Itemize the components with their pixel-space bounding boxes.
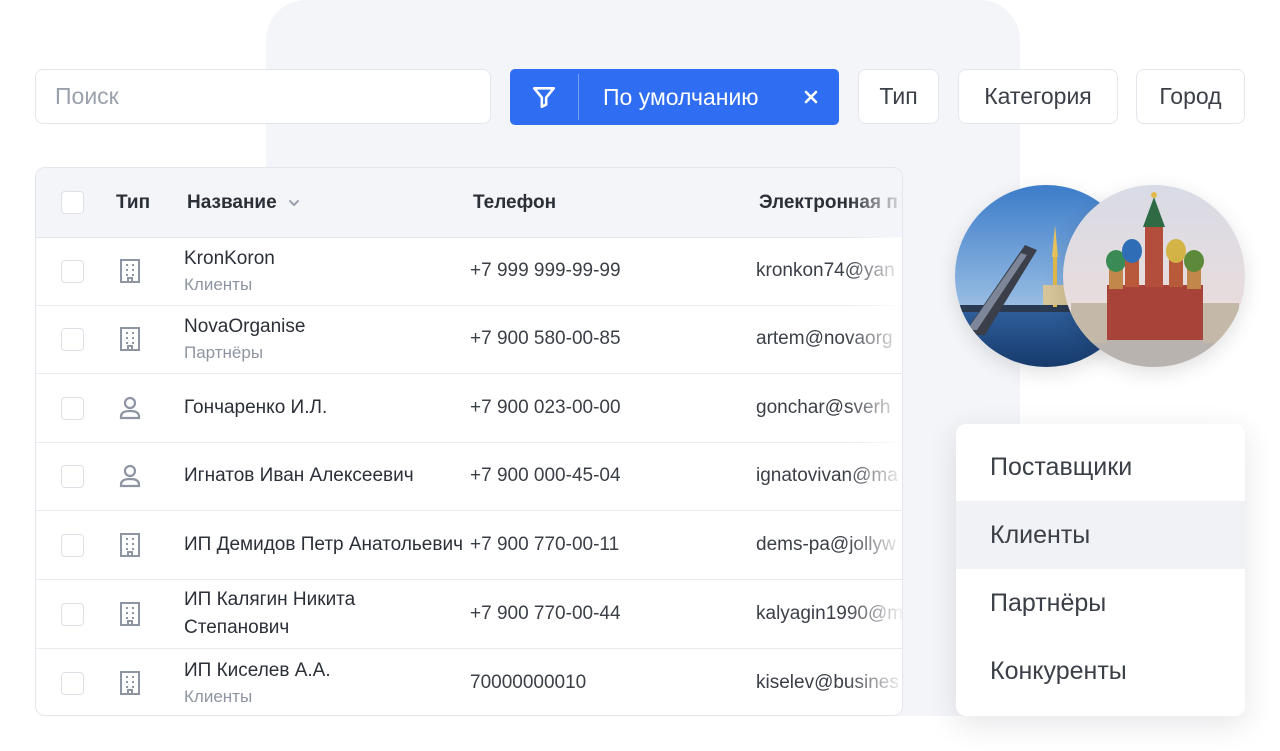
filter-label: По умолчанию	[603, 83, 759, 110]
row-checkbox[interactable]	[61, 534, 84, 557]
contact-name: NovaOrganise	[184, 316, 306, 337]
contact-name: ИП Киселев А.А.	[184, 660, 331, 681]
row-checkbox[interactable]	[61, 672, 84, 695]
building-icon	[116, 325, 144, 353]
contact-name: Игнатов Иван Алексеевич	[184, 465, 414, 486]
building-icon	[116, 669, 144, 697]
contact-name-cell: ИП Киселев А.А. Клиенты	[184, 649, 464, 715]
type-filter-button[interactable]: Тип	[858, 69, 939, 124]
contact-phone: 70000000010	[470, 672, 587, 693]
filter-icon[interactable]	[510, 69, 578, 125]
contact-name-cell: NovaOrganise Партнёры	[184, 305, 464, 373]
table-row[interactable]: ИП Киселев А.А. Клиенты 70000000010 kise…	[36, 649, 902, 715]
contact-name-cell: ИП Демидов Петр Анатольевич	[184, 511, 464, 579]
contact-name: ИП Калягин Никита Степанович	[184, 589, 356, 638]
contact-name: Гончаренко И.Л.	[184, 397, 328, 418]
contact-category: Клиенты	[184, 275, 253, 294]
building-icon	[116, 600, 144, 628]
contact-email: ignatovivan@ma	[756, 442, 902, 510]
row-checkbox[interactable]	[61, 603, 84, 626]
table-row[interactable]: NovaOrganise Партнёры +7 900 580-00-85 a…	[36, 305, 902, 374]
contact-email: kiselev@busines	[756, 649, 902, 715]
dropdown-item-competitors[interactable]: Конкуренты	[956, 637, 1245, 705]
contact-phone: +7 900 580-00-85	[470, 328, 621, 349]
active-filter-chip[interactable]: По умолчанию	[510, 69, 839, 125]
table-row[interactable]: ИП Калягин Никита Степанович +7 900 770-…	[36, 580, 902, 649]
contact-email: artem@novaorg	[756, 305, 902, 373]
contact-phone: +7 900 000-45-04	[470, 465, 621, 486]
contact-email: kalyagin1990@m	[756, 580, 902, 648]
table-row[interactable]: Гончаренко И.Л. +7 900 023-00-00 gonchar…	[36, 374, 902, 443]
contact-name-cell: Гончаренко И.Л.	[184, 374, 464, 442]
contact-category: Клиенты	[184, 687, 253, 706]
column-header-type: Тип	[116, 191, 151, 213]
table-row[interactable]: KronKoron Клиенты +7 999 999-99-99 kronk…	[36, 237, 902, 306]
column-header-phone: Телефон	[473, 191, 557, 213]
contact-phone: +7 900 770-00-11	[470, 534, 620, 555]
contact-phone: +7 900 023-00-00	[470, 397, 621, 418]
contacts-table: Тип Название Телефон Электронная п KronK…	[35, 167, 903, 716]
person-icon	[116, 462, 144, 490]
search-input[interactable]	[35, 69, 491, 124]
dropdown-item-clients[interactable]: Клиенты	[956, 501, 1245, 569]
table-row[interactable]: ИП Демидов Петр Анатольевич +7 900 770-0…	[36, 511, 902, 580]
table-row[interactable]: Игнатов Иван Алексеевич +7 900 000-45-04…	[36, 442, 902, 511]
building-icon	[116, 257, 144, 285]
column-header-name[interactable]: Название	[187, 168, 301, 237]
column-header-email-label: Электронная п	[759, 191, 898, 213]
contact-name-cell: ИП Калягин Никита Степанович	[184, 580, 464, 648]
row-checkbox[interactable]	[61, 260, 84, 283]
building-icon	[116, 531, 144, 559]
city-filter-button[interactable]: Город	[1136, 69, 1245, 124]
contact-email: dems-pa@jollyw	[756, 511, 902, 579]
row-checkbox[interactable]	[61, 397, 84, 420]
moscow-cathedral-photo	[1063, 185, 1245, 367]
contact-name: ИП Демидов Петр Анатольевич	[184, 534, 463, 555]
dropdown-item-suppliers[interactable]: Поставщики	[956, 433, 1245, 501]
contact-category: Партнёры	[184, 343, 264, 362]
filter-separator	[578, 74, 579, 120]
contact-phone: +7 900 770-00-44	[470, 603, 621, 624]
contact-name: KronKoron	[184, 248, 275, 269]
close-icon[interactable]	[791, 69, 831, 125]
column-header-name-label: Название	[187, 191, 277, 213]
select-all-checkbox[interactable]	[61, 191, 84, 214]
table-header: Тип Название Телефон Электронная п	[36, 168, 902, 238]
dropdown-item-partners[interactable]: Партнёры	[956, 569, 1245, 637]
contact-name-cell: Игнатов Иван Алексеевич	[184, 442, 464, 510]
contact-name-cell: KronKoron Клиенты	[184, 237, 464, 305]
contact-phone: +7 999 999-99-99	[470, 260, 621, 281]
chevron-down-icon[interactable]	[287, 196, 301, 210]
row-checkbox[interactable]	[61, 465, 84, 488]
column-header-email: Электронная п	[759, 168, 902, 237]
category-filter-button[interactable]: Категория	[958, 69, 1118, 124]
category-dropdown-menu: Поставщики Клиенты Партнёры Конкуренты	[956, 424, 1245, 716]
contact-email: gonchar@sverh	[756, 374, 902, 442]
contact-email: kronkon74@yan	[756, 237, 902, 305]
row-checkbox[interactable]	[61, 328, 84, 351]
person-icon	[116, 394, 144, 422]
